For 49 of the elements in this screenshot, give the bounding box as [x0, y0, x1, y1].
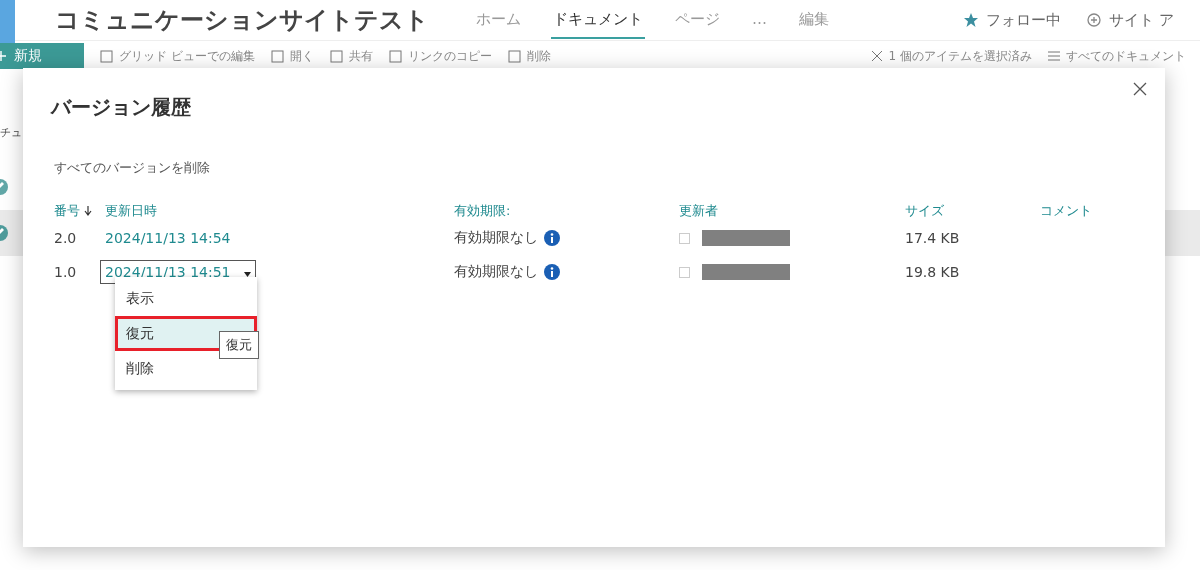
new-button[interactable]: 新規 [0, 43, 84, 69]
tooltip: 復元 [219, 331, 259, 359]
star-icon [964, 13, 979, 27]
version-number: 1.0 [54, 263, 78, 282]
info-icon [544, 230, 560, 246]
nav-tab[interactable]: 編集 [797, 1, 831, 39]
column-header[interactable]: 更新者 [679, 202, 718, 220]
file-size: 19.8 KB [905, 263, 961, 282]
version-number: 2.0 [54, 229, 78, 248]
toolbar-icon [270, 49, 284, 63]
column-header[interactable]: 番号 [54, 202, 80, 220]
column-header[interactable]: コメント [1040, 202, 1092, 220]
version-date-link[interactable]: 2024/11/13 14:54 [105, 230, 231, 246]
expiry-text: 有効期限なし [454, 229, 538, 247]
expiry-text: 有効期限なし [454, 263, 538, 281]
selection-status[interactable]: 1 個のアイテムを選択済み [870, 47, 1032, 65]
view-switcher[interactable]: すべてのドキュメント [1048, 47, 1186, 65]
list-icon [1048, 50, 1060, 62]
toolbar-icon [388, 49, 402, 63]
checkbox[interactable] [679, 266, 690, 278]
toolbar-icon [329, 49, 343, 63]
close-icon [870, 50, 883, 62]
menu-item[interactable]: 表示 [115, 281, 257, 316]
close-icon[interactable] [1133, 82, 1147, 96]
dialog-title: バージョン履歴 [51, 94, 192, 121]
toolbar-button[interactable]: グリッド ビューでの編集 [100, 47, 255, 65]
column-header[interactable]: 更新日時 [105, 202, 157, 220]
toolbar-icon [100, 49, 113, 63]
toolbar-icon [507, 49, 521, 63]
toolbar-button[interactable]: 共有 [329, 47, 373, 65]
nav-tab[interactable]: ホーム [474, 1, 523, 39]
nav-tab[interactable]: ドキュメント [551, 1, 645, 39]
plus-circle-icon [1087, 13, 1102, 27]
nav-tab[interactable]: … [750, 1, 769, 39]
delete-all-link[interactable]: すべてのバージョンを削除 [54, 159, 210, 177]
sort-down-icon [84, 206, 92, 216]
info-icon [544, 264, 560, 280]
site-access-link[interactable]: サイト ア [1087, 10, 1174, 30]
nav-tab[interactable]: ページ [673, 1, 722, 39]
site-title: コミュニケーションサイトテスト [55, 5, 429, 36]
checkbox[interactable] [679, 232, 690, 244]
file-size: 17.4 KB [905, 229, 961, 248]
column-header[interactable]: 有効期限: [454, 202, 511, 220]
toolbar-button[interactable]: リンクのコピー [388, 47, 492, 65]
follow-button[interactable]: フォロー中 [964, 10, 1062, 30]
column-header[interactable]: サイズ [905, 202, 944, 220]
toolbar-button[interactable]: 削除 [507, 47, 551, 65]
toolbar-button[interactable]: 開く [270, 47, 314, 65]
library-heading: チュ [0, 125, 23, 140]
